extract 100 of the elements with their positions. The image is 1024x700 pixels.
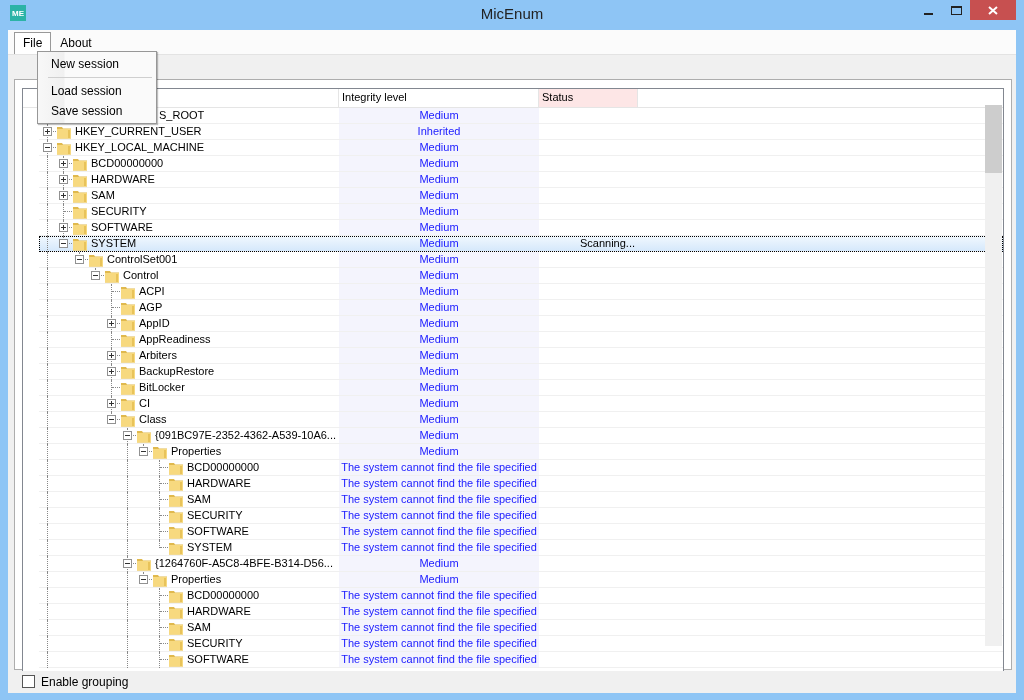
folder-icon — [168, 492, 184, 507]
collapse-icon[interactable] — [91, 271, 100, 280]
integrity-level: Medium — [419, 557, 459, 569]
integrity-level: Medium — [419, 109, 459, 121]
menu-option[interactable]: New session — [40, 54, 154, 74]
tree-item[interactable]: HARDWARE — [187, 476, 251, 491]
menu-item[interactable]: File — [14, 32, 52, 54]
integrity-level: Medium — [419, 333, 459, 345]
integrity-level: The system cannot find the file specified — [341, 461, 537, 473]
collapse-icon[interactable] — [139, 575, 148, 584]
folder-icon — [120, 348, 136, 363]
maximize-icon — [950, 5, 962, 15]
tree-item[interactable]: SAM — [187, 492, 211, 507]
integrity-level: The system cannot find the file specified — [341, 637, 537, 649]
tree-item[interactable]: HKEY_CURRENT_USER — [75, 124, 202, 139]
collapse-icon[interactable] — [59, 239, 68, 248]
app-logo: ME — [10, 5, 26, 21]
collapse-icon[interactable] — [123, 559, 132, 568]
menu-option[interactable]: Load session — [40, 81, 154, 101]
tree-item[interactable]: AppID — [139, 316, 170, 331]
tree-item[interactable]: SECURITY — [187, 636, 243, 651]
tree-item[interactable]: SAM — [187, 620, 211, 635]
tree-item[interactable]: ControlSet001 — [107, 252, 178, 267]
tree-item[interactable]: Control — [123, 268, 159, 283]
minimize-icon — [923, 13, 933, 15]
expand-icon[interactable] — [59, 175, 68, 184]
tree-item[interactable]: Properties — [171, 572, 222, 587]
expand-icon[interactable] — [107, 319, 116, 328]
tree-item[interactable]: SECURITY — [187, 508, 243, 523]
checkbox-label[interactable]: Enable grouping — [41, 674, 129, 689]
expand-icon[interactable] — [59, 159, 68, 168]
tree-item[interactable]: SYSTEM — [91, 236, 137, 251]
folder-icon — [168, 620, 184, 635]
tree-item[interactable]: Class — [139, 412, 167, 427]
expand-icon[interactable] — [107, 367, 116, 376]
column-header[interactable]: Status — [539, 89, 638, 107]
tree-item[interactable]: SAM — [91, 188, 115, 203]
tree-item[interactable]: AGP — [139, 300, 163, 315]
tree-item[interactable]: Properties — [171, 444, 222, 459]
tree-item[interactable]: {1264760F-A5C8-4BFE-B314-D56... — [155, 556, 333, 571]
integrity-level: Medium — [419, 349, 459, 361]
integrity-level: The system cannot find the file specified — [341, 525, 537, 537]
integrity-level: The system cannot find the file specified — [341, 477, 537, 489]
folder-icon — [120, 332, 136, 347]
tree-item[interactable]: CI — [139, 396, 150, 411]
expand-icon[interactable] — [107, 399, 116, 408]
folder-icon — [72, 220, 88, 235]
expand-icon[interactable] — [107, 351, 116, 360]
window-title: MicEnum — [480, 5, 544, 22]
folder-icon — [120, 412, 136, 427]
folder-icon — [72, 156, 88, 171]
tree-item[interactable]: {091BC97E-2352-4362-A539-10A6... — [155, 428, 337, 443]
menu-option[interactable]: Save session — [40, 101, 154, 121]
folder-icon — [152, 572, 168, 587]
tree-item[interactable]: HARDWARE — [187, 604, 251, 619]
tree-item[interactable]: BCD00000000 — [187, 460, 260, 475]
folder-icon — [120, 364, 136, 379]
close-button[interactable] — [970, 0, 1016, 20]
collapse-icon[interactable] — [123, 431, 132, 440]
integrity-level: Medium — [419, 381, 459, 393]
tree-item[interactable]: BitLocker — [139, 380, 185, 395]
tree-item[interactable]: ACPI — [139, 284, 165, 299]
folder-icon — [168, 588, 184, 603]
tree-item[interactable]: SECURITY — [91, 204, 147, 219]
menu-item[interactable]: About — [51, 32, 101, 54]
expand-icon[interactable] — [59, 191, 68, 200]
tree-item[interactable]: BCD00000000 — [187, 588, 260, 603]
tree-item[interactable]: HKEY_LOCAL_MACHINE — [75, 140, 204, 155]
close-icon — [988, 5, 998, 15]
folder-icon — [120, 284, 136, 299]
integrity-level: Medium — [419, 413, 459, 425]
collapse-icon[interactable] — [75, 255, 84, 264]
tree-item[interactable]: HARDWARE — [91, 172, 155, 187]
expand-icon[interactable] — [59, 223, 68, 232]
checkbox[interactable] — [22, 675, 35, 688]
tree-item[interactable]: SYSTEM — [187, 540, 233, 555]
tree-item[interactable]: SOFTWARE — [187, 524, 249, 539]
integrity-level: The system cannot find the file specified — [341, 541, 537, 553]
integrity-level: Medium — [419, 269, 459, 281]
status-text: Scanning... — [579, 237, 635, 249]
expand-icon[interactable] — [43, 127, 52, 136]
tree-item[interactable]: SOFTWARE — [91, 220, 153, 235]
integrity-level: Medium — [419, 237, 459, 249]
integrity-level: Medium — [419, 189, 459, 201]
integrity-level: Medium — [419, 445, 459, 457]
tree-item[interactable]: S_ROOT — [159, 108, 205, 123]
tree-item[interactable]: Arbiters — [139, 348, 177, 363]
tree-item[interactable]: AppReadiness — [139, 332, 211, 347]
folder-icon — [168, 652, 184, 667]
collapse-icon[interactable] — [107, 415, 116, 424]
collapse-icon[interactable] — [139, 447, 148, 456]
tree-item[interactable]: BCD00000000 — [91, 156, 164, 171]
scrollbar[interactable] — [985, 105, 1002, 646]
integrity-level: Medium — [419, 429, 459, 441]
tree-item[interactable]: SOFTWARE — [187, 652, 249, 667]
tree-item[interactable]: BackupRestore — [139, 364, 215, 379]
integrity-level: Inherited — [417, 125, 461, 137]
collapse-icon[interactable] — [43, 143, 52, 152]
scrollbar-thumb[interactable] — [985, 105, 1002, 173]
folder-icon — [120, 396, 136, 411]
